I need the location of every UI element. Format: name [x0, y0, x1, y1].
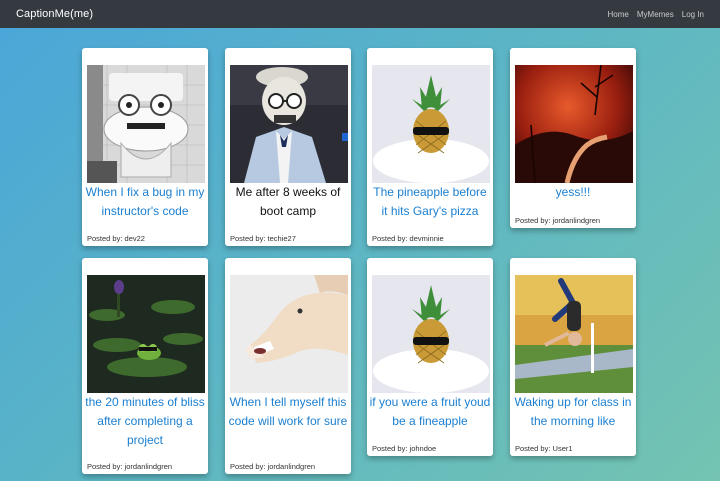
meme-card[interactable]: When I fix a bug in my instructor's code…	[82, 48, 208, 246]
posted-by-label: Posted by: jordanlindgren	[230, 462, 316, 471]
meme-image-skeleton	[230, 65, 348, 183]
nav-link-home[interactable]: Home	[608, 10, 629, 19]
posted-by-label: Posted by: techie27	[230, 234, 296, 243]
posted-by-label: Posted by: jordanlindgren	[515, 216, 601, 225]
meme-card[interactable]: yess!!! Posted by: jordanlindgren	[510, 48, 636, 228]
nav-link-mymemes[interactable]: MyMemes	[637, 10, 674, 19]
meme-image-breakdancer	[515, 275, 633, 393]
meme-image-frog	[87, 275, 205, 393]
meme-card[interactable]: Me after 8 weeks of boot camp Posted by:…	[225, 48, 351, 246]
meme-card[interactable]: if you were a fruit youd be a fineapple …	[367, 258, 493, 456]
posted-by-label: Posted by: johndoe	[372, 444, 437, 453]
meme-caption-link[interactable]: When I fix a bug in my instructor's code	[84, 183, 206, 221]
meme-caption-link[interactable]: When I tell myself this code will work f…	[227, 393, 349, 431]
meme-caption-link[interactable]: The pineapple before it hits Gary's pizz…	[369, 183, 491, 221]
nav-link-login[interactable]: Log In	[682, 10, 704, 19]
meme-card[interactable]: Waking up for class in the morning like …	[510, 258, 636, 456]
top-navbar: CaptionMe(me) Home MyMemes Log In	[0, 0, 720, 28]
meme-card[interactable]: the 20 minutes of bliss after completing…	[82, 258, 208, 474]
meme-card[interactable]: When I tell myself this code will work f…	[225, 258, 351, 474]
meme-caption-link[interactable]: if you were a fruit youd be a fineapple	[369, 393, 491, 431]
posted-by-label: Posted by: devminnie	[372, 234, 444, 243]
meme-caption-text: Me after 8 weeks of boot camp	[235, 185, 341, 218]
posted-by-label: Posted by: jordanlindgren	[87, 462, 173, 471]
meme-caption-link[interactable]: Waking up for class in the morning like	[512, 393, 634, 431]
meme-caption-link[interactable]: the 20 minutes of bliss after completing…	[84, 393, 206, 450]
meme-caption-link[interactable]: yess!!!	[512, 183, 634, 202]
meme-image-toilet	[87, 65, 205, 183]
brand-logo-text[interactable]: CaptionMe(me)	[16, 8, 93, 20]
posted-by-label: Posted by: dev22	[87, 234, 145, 243]
meme-image-horse	[230, 275, 348, 393]
meme-image-pineapple	[372, 275, 490, 393]
posted-by-label: Posted by: User1	[515, 444, 573, 453]
meme-card[interactable]: The pineapple before it hits Gary's pizz…	[367, 48, 493, 246]
meme-image-red-landscape	[515, 65, 633, 183]
nav-links: Home MyMemes Log In	[608, 10, 704, 19]
meme-image-pineapple	[372, 65, 490, 183]
